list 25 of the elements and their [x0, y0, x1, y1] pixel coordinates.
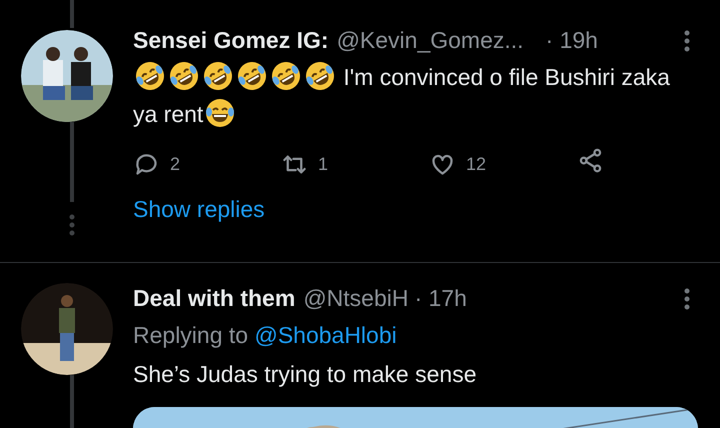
more-options-icon[interactable] — [684, 30, 690, 52]
action-count: 2 — [170, 152, 180, 176]
rolling-laughing-emoji-icon — [134, 60, 166, 92]
rolling-laughing-emoji-icon — [202, 60, 234, 92]
tweet-time: · 17h — [414, 284, 467, 313]
user-handle[interactable]: @Kevin_Gomez... — [336, 22, 524, 59]
replying-to-text: Replying to @ShobaHlobi — [133, 321, 398, 350]
more-options-icon[interactable] — [684, 288, 690, 310]
tweet-time: · 19h — [546, 26, 598, 55]
rolling-laughing-emoji-icon — [304, 60, 336, 92]
user-handle[interactable]: @NtsebiH — [303, 280, 408, 317]
action-count: 12 — [466, 152, 486, 176]
display-name[interactable]: Deal with them — [133, 280, 296, 317]
more-replies-dots-icon — [68, 214, 74, 236]
share-icon[interactable] — [577, 147, 604, 174]
mention-link[interactable]: @ShobaHlobi — [254, 322, 397, 348]
tweet-text: She’s Judas trying to make sense — [133, 360, 478, 389]
rolling-laughing-emoji-icon — [236, 60, 268, 92]
rolling-laughing-emoji-icon — [270, 60, 302, 92]
action-count: 1 — [318, 152, 328, 176]
rolling-laughing-emoji-icon — [168, 60, 200, 92]
laughing-tears-emoji-icon — [204, 97, 236, 129]
show-replies-link[interactable]: Show replies — [133, 191, 690, 228]
display-name[interactable]: Sensei Gomez IG: — [133, 22, 329, 59]
tweet-text: I'm convinced o file Bushiri zaka ya rent — [133, 59, 690, 133]
